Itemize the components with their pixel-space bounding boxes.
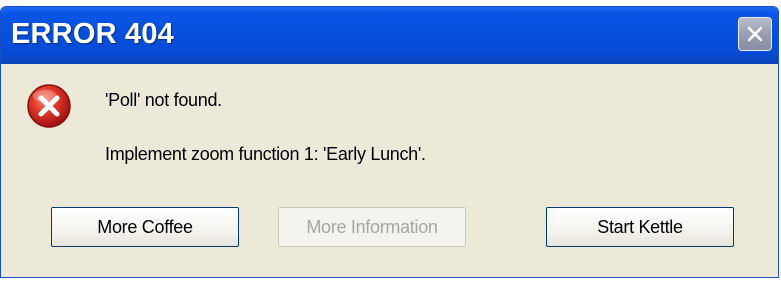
more-coffee-button[interactable]: More Coffee <box>51 207 239 247</box>
title-bar[interactable]: ERROR 404 <box>1 7 778 64</box>
message-line-1: 'Poll' not found. <box>105 90 222 110</box>
close-button[interactable] <box>738 17 772 51</box>
start-kettle-button[interactable]: Start Kettle <box>546 207 734 247</box>
dialog-body: 'Poll' not found. Implement zoom functio… <box>5 64 774 273</box>
close-icon <box>746 25 764 43</box>
message-line-2: Implement zoom function 1: 'Early Lunch'… <box>105 144 426 164</box>
window-title: ERROR 404 <box>11 18 174 50</box>
error-icon <box>25 82 73 130</box>
more-information-button[interactable]: More Information <box>278 207 466 247</box>
error-dialog: ERROR 404 'Poll' not found. Implement zo… <box>0 6 779 278</box>
